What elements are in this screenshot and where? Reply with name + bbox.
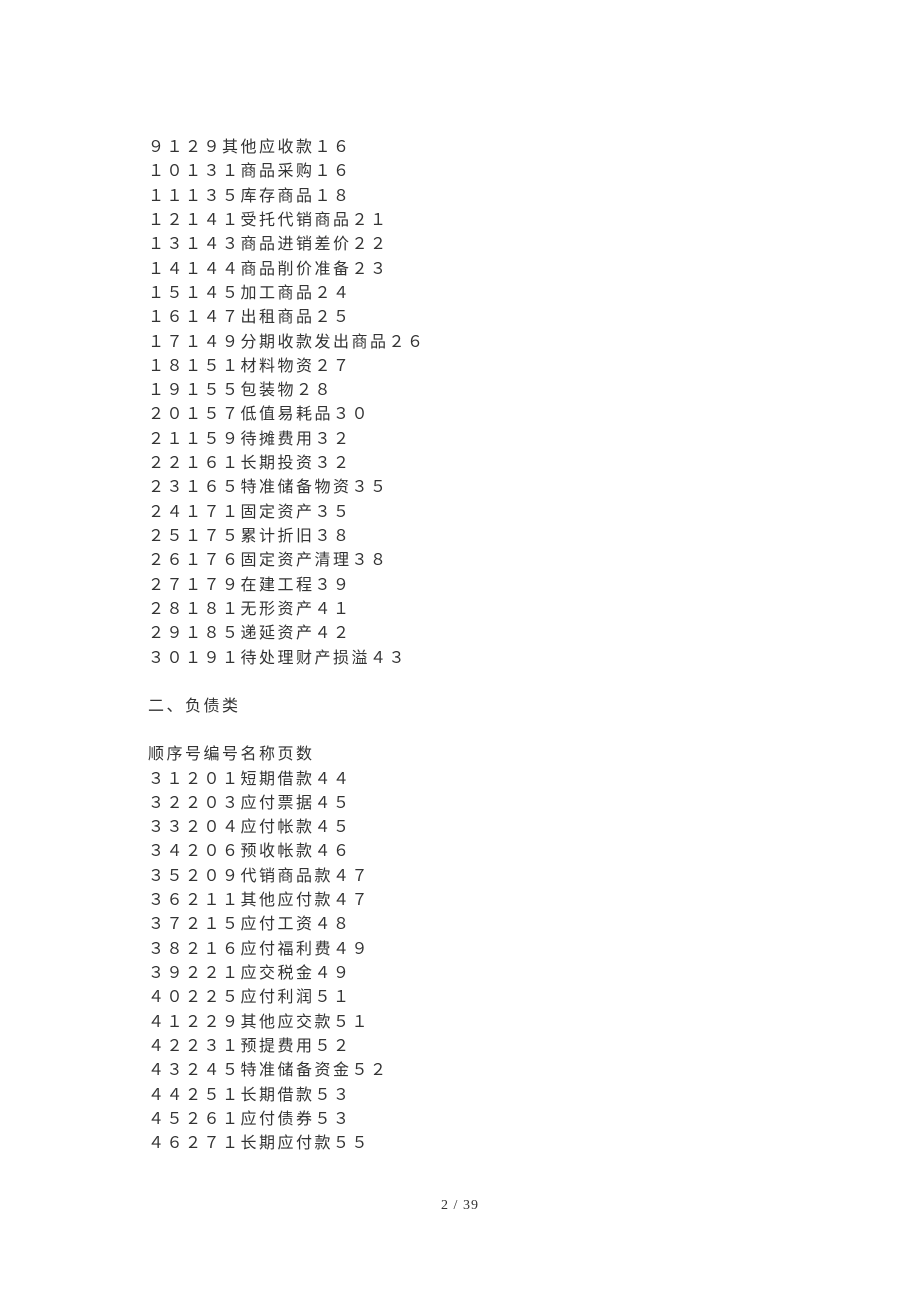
page-sep: / [449, 1198, 463, 1213]
toc-entry: １１１３５库存商品１８ [148, 185, 768, 209]
toc-entry: ３５２０９代销商品款４７ [148, 865, 768, 889]
toc-entry: ３０１９１待处理财产损溢４３ [148, 647, 768, 671]
toc-entry: ３４２０６预收帐款４６ [148, 840, 768, 864]
toc-entry: ９１２９其他应收款１６ [148, 136, 768, 160]
toc-entry: ２５１７５累计折旧３８ [148, 525, 768, 549]
toc-entry: ４１２２９其他应交款５１ [148, 1011, 768, 1035]
toc-entry: １４１４４商品削价准备２３ [148, 258, 768, 282]
toc-entry: １６１４７出租商品２５ [148, 306, 768, 330]
toc-entry: ３６２１１其他应付款４７ [148, 889, 768, 913]
toc-entry: ３８２１６应付福利费４９ [148, 938, 768, 962]
toc-entry: ４６２７１长期应付款５５ [148, 1132, 768, 1156]
toc-entry: ３３２０４应付帐款４５ [148, 816, 768, 840]
toc-entry: １７１４９分期收款发出商品２６ [148, 331, 768, 355]
spacer [148, 671, 768, 695]
toc-entry: ２２１６１长期投资３２ [148, 452, 768, 476]
section-title-liabilities: 二、负债类 [148, 695, 768, 719]
toc-entry: １９１５５包装物２８ [148, 379, 768, 403]
toc-entry: ３２２０３应付票据４５ [148, 792, 768, 816]
toc-entry: ４４２５１长期借款５３ [148, 1084, 768, 1108]
toc-entry: １５１４５加工商品２４ [148, 282, 768, 306]
block2-list: ３１２０１短期借款４４３２２０３应付票据４５３３２０４应付帐款４５３４２０６预收… [148, 768, 768, 1157]
toc-entry: ４５２６１应付债券５３ [148, 1108, 768, 1132]
toc-entry: ２８１８１无形资产４１ [148, 598, 768, 622]
toc-entry: ３１２０１短期借款４４ [148, 768, 768, 792]
toc-entry: ２３１６５特准储备物资３５ [148, 476, 768, 500]
toc-entry: ３９２２１应交税金４９ [148, 962, 768, 986]
toc-entry: ４０２２５应付利润５１ [148, 986, 768, 1010]
block1-list: ９１２９其他应收款１６１０１３１商品采购１６１１１３５库存商品１８１２１４１受托… [148, 136, 768, 671]
page-number: 2 / 39 [0, 1198, 920, 1214]
toc-entry: ２４１７１固定资产３５ [148, 501, 768, 525]
toc-entry: ２０１５７低值易耗品３０ [148, 403, 768, 427]
toc-entry: ２９１８５递延资产４２ [148, 622, 768, 646]
toc-entry: ２１１５９待摊费用３２ [148, 428, 768, 452]
spacer [148, 719, 768, 743]
page-total: 39 [463, 1198, 479, 1213]
toc-entry: ２７１７９在建工程３９ [148, 574, 768, 598]
toc-entry: １２１４１受托代销商品２１ [148, 209, 768, 233]
toc-entry: １３１４３商品进销差价２２ [148, 233, 768, 257]
toc-entry: １０１３１商品采购１６ [148, 160, 768, 184]
toc-entry: ２６１７６固定资产清理３８ [148, 549, 768, 573]
page-current: 2 [441, 1198, 449, 1213]
toc-entry: ４２２３１预提费用５２ [148, 1035, 768, 1059]
toc-entry: ４３２４５特准储备资金５２ [148, 1059, 768, 1083]
toc-entry: １８１５１材料物资２７ [148, 355, 768, 379]
page-content: ９１２９其他应收款１６１０１３１商品采购１６１１１３５库存商品１８１２１４１受托… [148, 136, 768, 1157]
table-header: 顺序号编号名称页数 [148, 743, 768, 767]
toc-entry: ３７２１５应付工资４８ [148, 913, 768, 937]
